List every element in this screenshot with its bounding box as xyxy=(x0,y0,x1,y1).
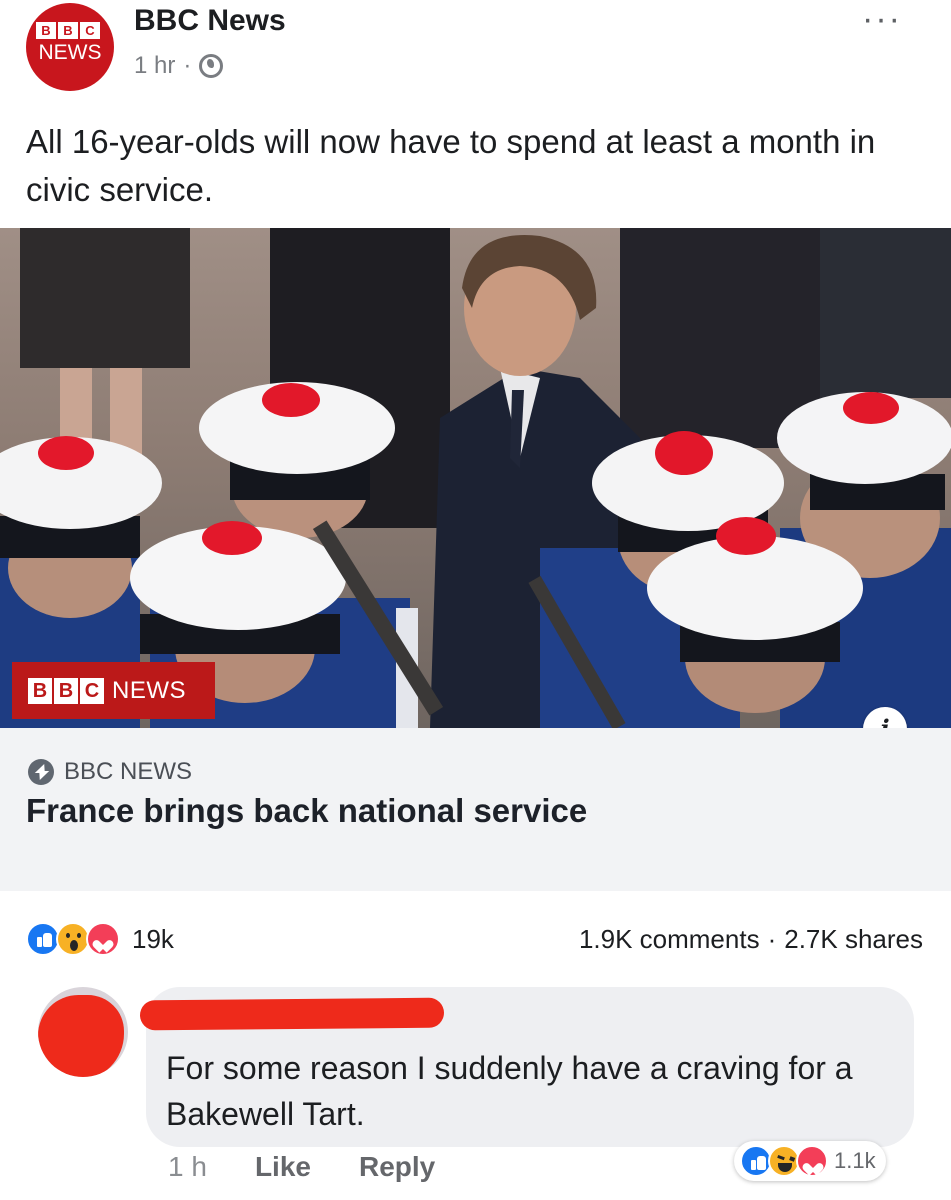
engagement-summary: 1.9K comments · 2.7K shares xyxy=(579,924,923,955)
reaction-summary[interactable]: 19k xyxy=(26,922,174,956)
ceremony-photo xyxy=(0,228,951,728)
shares-count-link[interactable]: 2.7K shares xyxy=(784,924,923,955)
comment-reaction-count: 1.1k xyxy=(834,1148,876,1173)
bbc-news-watermark: B B C NEWS xyxy=(12,662,215,719)
page-name-link[interactable]: BBC News xyxy=(134,4,286,38)
redacted-commenter-name xyxy=(139,997,445,1031)
post-header: B B C NEWS BBC News 1 hr · ··· xyxy=(0,0,951,100)
comments-count-link[interactable]: 1.9K comments xyxy=(579,924,760,955)
wow-icon xyxy=(56,922,90,956)
love-icon xyxy=(86,922,120,956)
like-icon xyxy=(26,922,60,956)
lightning-bolt-icon xyxy=(28,759,54,785)
link-headline[interactable]: France brings back national service xyxy=(26,792,587,830)
meta-separator: · xyxy=(183,52,192,79)
globe-icon xyxy=(199,54,224,78)
post-meta: 1 hr · xyxy=(134,52,224,80)
avatar-logo: B B C xyxy=(36,22,100,39)
post-stats: 19k 1.9K comments · 2.7K shares xyxy=(0,900,951,980)
avatar-logo-word: NEWS xyxy=(38,41,102,64)
more-options-button[interactable]: ··· xyxy=(862,0,902,39)
love-icon xyxy=(796,1145,828,1177)
article-image[interactable] xyxy=(0,228,951,728)
stats-separator: · xyxy=(767,924,777,954)
post-text: All 16-year-olds will now have to spend … xyxy=(26,123,876,208)
comment-text: For some reason I suddenly have a cravin… xyxy=(166,1050,853,1132)
comment-actions: 1 h Like Reply xyxy=(168,1151,483,1183)
post-time[interactable]: 1 hr xyxy=(134,52,175,80)
link-source: BBC NEWS xyxy=(28,758,192,786)
reaction-count: 19k xyxy=(132,923,174,954)
comment: For some reason I suddenly have a cravin… xyxy=(0,985,951,1200)
link-source-label: BBC NEWS xyxy=(64,758,193,785)
comment-reaction-summary[interactable]: 1.1k xyxy=(734,1141,886,1181)
comment-reply-button[interactable]: Reply xyxy=(359,1151,435,1183)
comment-like-button[interactable]: Like xyxy=(255,1151,311,1183)
commenter-avatar[interactable] xyxy=(38,987,128,1077)
comment-time[interactable]: 1 h xyxy=(168,1151,207,1183)
link-preview-card[interactable]: BBC NEWS France brings back national ser… xyxy=(0,728,951,891)
